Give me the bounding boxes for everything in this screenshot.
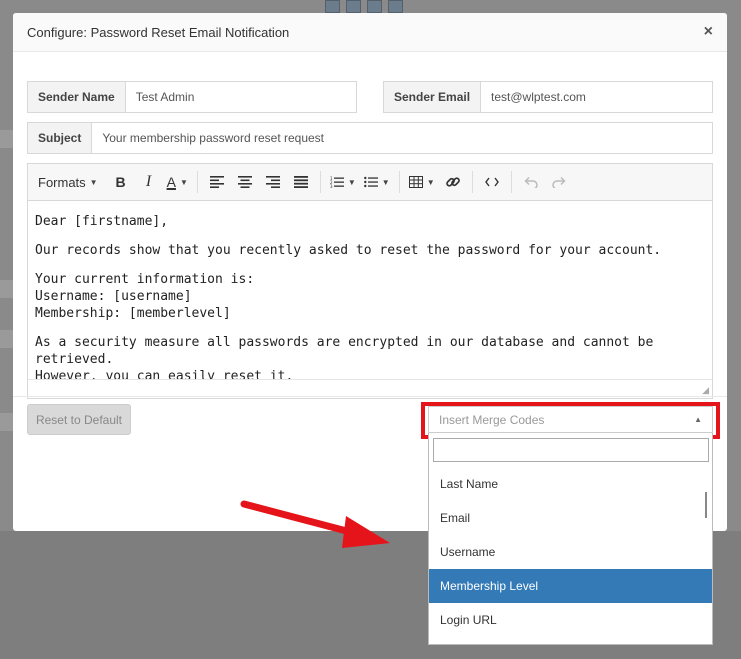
chevron-down-icon: ▼ bbox=[89, 177, 98, 187]
resize-grip-icon[interactable]: ◢ bbox=[702, 385, 709, 396]
footer-divider bbox=[13, 396, 727, 397]
undo-icon bbox=[524, 176, 538, 188]
chevron-down-icon: ▼ bbox=[381, 177, 390, 187]
subject-group: Subject bbox=[27, 122, 713, 154]
font-color-icon: A bbox=[166, 174, 176, 190]
annotation-arrow-icon bbox=[240, 500, 390, 548]
editor-paragraph: Your current information is: Username: [… bbox=[35, 271, 705, 322]
bullet-list-button[interactable]: ▼ bbox=[361, 169, 393, 195]
align-center-icon bbox=[237, 176, 252, 188]
editor-line: As a security measure all passwords are … bbox=[35, 335, 654, 367]
bullet-list-icon bbox=[363, 176, 378, 188]
bg-strip bbox=[0, 413, 14, 431]
toolbar-divider bbox=[510, 171, 512, 193]
formats-dropdown[interactable]: Formats ▼ bbox=[34, 169, 106, 195]
toolbar-divider bbox=[398, 171, 400, 193]
editor-paragraph: Dear [firstname], bbox=[35, 214, 169, 229]
toolbar-divider bbox=[319, 171, 321, 193]
code-button[interactable] bbox=[479, 169, 505, 195]
editor-toolbar: Formats ▼ B I A ▼ 1 2 3 ▼ ▼ ▼ bbox=[28, 164, 712, 201]
merge-option-email[interactable]: Email bbox=[429, 501, 712, 535]
bg-icon bbox=[346, 0, 361, 13]
svg-text:3: 3 bbox=[330, 184, 333, 188]
merge-codes-options: Last Name Email Username Membership Leve… bbox=[429, 467, 712, 637]
align-left-button[interactable] bbox=[204, 169, 230, 195]
align-justify-button[interactable] bbox=[288, 169, 314, 195]
close-icon[interactable]: × bbox=[704, 23, 713, 41]
rich-text-editor: Formats ▼ B I A ▼ 1 2 3 ▼ ▼ ▼ Dear [firs… bbox=[27, 163, 713, 399]
redo-button[interactable] bbox=[546, 169, 572, 195]
sender-name-label: Sender Name bbox=[28, 82, 126, 112]
align-right-icon bbox=[265, 176, 280, 188]
background-toolbar-icons bbox=[325, 0, 403, 13]
sender-email-label: Sender Email bbox=[384, 82, 482, 112]
editor-content[interactable]: Dear [firstname], Our records show that … bbox=[28, 201, 712, 379]
sender-email-group: Sender Email bbox=[383, 81, 713, 113]
bg-icon bbox=[367, 0, 382, 13]
undo-button[interactable] bbox=[518, 169, 544, 195]
italic-button[interactable]: I bbox=[136, 169, 162, 195]
chevron-down-icon: ▼ bbox=[347, 177, 356, 187]
toolbar-divider bbox=[471, 171, 473, 193]
editor-line: Username: [username] bbox=[35, 289, 192, 304]
reset-to-default-button[interactable]: Reset to Default bbox=[27, 404, 131, 435]
redo-icon bbox=[551, 176, 566, 188]
modal-header: Configure: Password Reset Email Notifica… bbox=[13, 13, 727, 52]
align-justify-icon bbox=[293, 176, 308, 188]
sender-email-input[interactable] bbox=[481, 82, 712, 112]
subject-input[interactable] bbox=[92, 123, 712, 153]
numbered-list-icon: 123 bbox=[330, 176, 344, 188]
align-left-icon bbox=[209, 176, 224, 188]
editor-paragraph: Our records show that you recently asked… bbox=[35, 243, 662, 258]
editor-line: Your current information is: bbox=[35, 272, 255, 287]
sender-name-input[interactable] bbox=[125, 82, 356, 112]
merge-option-login-url[interactable]: Login URL bbox=[429, 603, 712, 637]
merge-codes-search-input[interactable] bbox=[433, 438, 709, 462]
subject-label: Subject bbox=[28, 123, 93, 153]
numbered-list-button[interactable]: 123 ▼ bbox=[327, 169, 359, 195]
code-icon bbox=[484, 177, 499, 187]
link-icon bbox=[445, 177, 460, 187]
align-center-button[interactable] bbox=[232, 169, 258, 195]
bg-icon bbox=[325, 0, 340, 13]
modal-title: Configure: Password Reset Email Notifica… bbox=[27, 24, 290, 40]
merge-option-membership-level[interactable]: Membership Level bbox=[429, 569, 712, 603]
merge-codes-dropdown: Last Name Email Username Membership Leve… bbox=[428, 433, 713, 645]
bg-strip bbox=[0, 280, 14, 298]
toolbar-divider bbox=[196, 171, 198, 193]
italic-icon: I bbox=[145, 173, 152, 190]
dropdown-scrollbar[interactable] bbox=[705, 492, 707, 518]
merge-option-username[interactable]: Username bbox=[429, 535, 712, 569]
align-right-button[interactable] bbox=[260, 169, 286, 195]
link-button[interactable] bbox=[440, 169, 466, 195]
bg-strip bbox=[0, 330, 14, 348]
editor-line: However, you can easily reset it. bbox=[35, 369, 294, 379]
merge-option-last-name[interactable]: Last Name bbox=[429, 467, 712, 501]
chevron-down-icon: ▼ bbox=[179, 177, 188, 187]
editor-line: Membership: [memberlevel] bbox=[35, 306, 231, 321]
sender-name-group: Sender Name bbox=[27, 81, 357, 113]
font-color-button[interactable]: A ▼ bbox=[164, 169, 191, 195]
bold-button[interactable]: B bbox=[108, 169, 134, 195]
bg-icon bbox=[388, 0, 403, 13]
chevron-down-icon: ▼ bbox=[426, 177, 435, 187]
bold-icon: B bbox=[115, 174, 126, 190]
editor-paragraph: As a security measure all passwords are … bbox=[35, 334, 705, 379]
table-icon bbox=[408, 176, 423, 188]
table-button[interactable]: ▼ bbox=[406, 169, 438, 195]
formats-label: Formats bbox=[38, 174, 86, 190]
bg-strip bbox=[0, 130, 14, 148]
